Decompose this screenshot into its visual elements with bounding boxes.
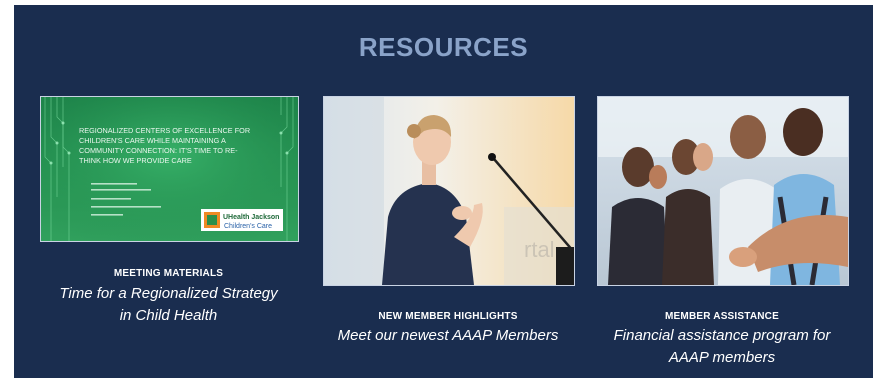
speaker-photo[interactable]: rtal [323,96,575,286]
card-description[interactable]: Meet our newest AAAP Members [310,325,586,347]
slide-title-line-1: REGIONALIZED CENTERS OF EXCELLENCE FOR [79,126,250,135]
card-description-line-1: Financial assistance program for [613,327,831,344]
logo-text-top: UHealth Jackson [223,214,279,221]
slide-title-line-2: CHILDREN'S CARE WHILE MAINTAINING A [79,136,226,145]
card-description-line-1: Meet our newest AAAP Members [337,327,559,344]
card-description[interactable]: Financial assistance program for AAAP me… [587,325,857,369]
presentation-slide-thumbnail[interactable]: REGIONALIZED CENTERS OF EXCELLENCE FOR C… [40,96,299,242]
svg-text:rtal: rtal [524,237,555,262]
slide-title-line-3: COMMUNITY CONNECTION: IT'S TIME TO RE- [79,146,238,155]
card-description-line-1: Time for a Regionalized Strategy [59,285,278,302]
card-label[interactable]: NEW MEMBER HIGHLIGHTS [323,311,573,322]
logo-text-bottom: Children's Care [224,223,272,230]
card-label[interactable]: MEMBER ASSISTANCE [597,311,847,322]
slide-title-line-4: THINK HOW WE PROVIDE CARE [79,156,192,165]
card-description[interactable]: Time for a Regionalized Strategy in Chil… [40,283,297,327]
resources-section: RESOURCES REGIONALIZED CENTERS OF EXCELL… [14,5,873,378]
card-description-line-2: in Child Health [119,307,218,324]
audience-clapping-photo[interactable] [597,96,849,286]
card-description-line-2: AAAP members [668,349,776,366]
card-label[interactable]: MEETING MATERIALS [40,268,297,279]
section-title: RESOURCES [358,32,529,62]
